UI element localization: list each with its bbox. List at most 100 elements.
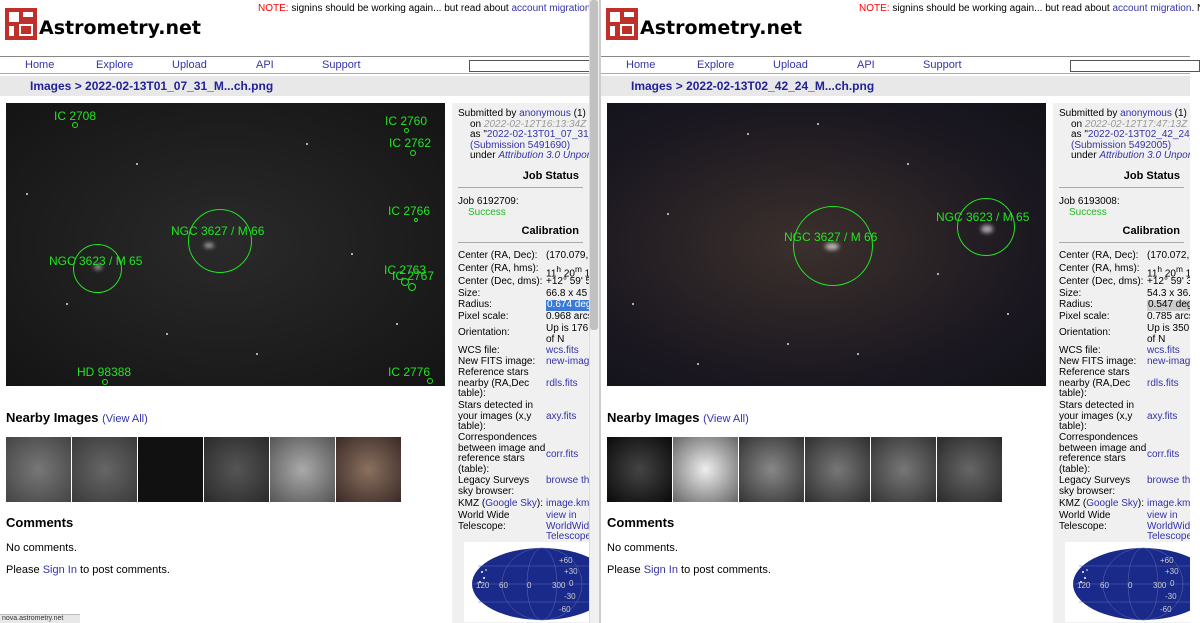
corr-link[interactable]: corr.fits <box>1147 433 1179 475</box>
site-name: Astrometry.net <box>39 17 202 39</box>
user-link[interactable]: anonymous <box>1120 108 1172 119</box>
job-id: Job 6193008: <box>1059 196 1120 207</box>
overlay-label: IC 2708 <box>54 109 97 123</box>
license-link[interactable]: Attribution 3.0 Unported <box>498 150 589 161</box>
nav-support[interactable]: Support <box>322 59 361 71</box>
wcs-file-link[interactable]: wcs.fits <box>546 345 579 357</box>
job-status-heading: Job Status <box>458 170 583 188</box>
nav-home[interactable]: Home <box>25 59 54 71</box>
sky-map: 120 60 0 300 +60+300-30-60 <box>464 542 589 622</box>
nearby-thumbnails <box>6 437 402 502</box>
thumbnail[interactable] <box>871 437 936 502</box>
job-status-heading: Job Status <box>1059 170 1184 188</box>
account-migration-link[interactable]: account migration <box>512 3 591 14</box>
search-input[interactable] <box>1070 60 1200 72</box>
site-logo[interactable]: Astrometry.net <box>606 8 802 40</box>
thumbnail[interactable] <box>204 437 269 502</box>
svg-text:0: 0 <box>527 581 532 590</box>
nav-support[interactable]: Support <box>923 59 962 71</box>
status-bar: nova.astrometry.net <box>0 614 80 623</box>
rdls-link[interactable]: rdls.fits <box>1147 368 1179 400</box>
svg-text:+60: +60 <box>1160 556 1174 565</box>
nav-home[interactable]: Home <box>626 59 655 71</box>
thumbnail[interactable] <box>739 437 804 502</box>
nav-explore[interactable]: Explore <box>697 59 734 71</box>
svg-text:0: 0 <box>569 579 574 588</box>
kmz-link[interactable]: image.kmz <box>546 498 589 510</box>
scrollbar[interactable] <box>589 0 599 623</box>
images-link[interactable]: Images <box>30 79 71 93</box>
svg-text:0: 0 <box>1128 581 1133 590</box>
license-link[interactable]: Attribution 3.0 Unported <box>1099 150 1190 161</box>
svg-text:60: 60 <box>499 581 508 590</box>
thumbnail[interactable] <box>6 437 71 502</box>
scroll-thumb[interactable] <box>590 0 598 330</box>
wcs-file-link[interactable]: wcs.fits <box>1147 345 1180 357</box>
thumbnail[interactable] <box>607 437 672 502</box>
overlay-label: IC 2766 <box>388 204 431 218</box>
annotated-image[interactable]: NGC 3627 / M 66 NGC 3623 / M 65 <box>607 103 1046 386</box>
search-input[interactable] <box>469 60 599 72</box>
corr-link[interactable]: corr.fits <box>546 433 578 475</box>
axy-link[interactable]: axy.fits <box>546 401 576 433</box>
overlay-label: NGC 3627 / M 66 <box>171 224 265 238</box>
overlay-circle-m66 <box>188 209 252 273</box>
overlay-label: NGC 3627 / M 66 <box>784 230 878 244</box>
wwt-link[interactable]: view in WorldWide Telescope <box>1147 510 1190 543</box>
svg-text:+60: +60 <box>559 556 573 565</box>
rdls-link[interactable]: rdls.fits <box>546 368 578 400</box>
thumbnail[interactable] <box>336 437 401 502</box>
sign-in-link[interactable]: Sign In <box>644 564 678 576</box>
thumbnail[interactable] <box>937 437 1002 502</box>
google-sky-link[interactable]: Google Sky <box>485 498 537 509</box>
nav-api[interactable]: API <box>857 59 875 71</box>
legacy-surveys-link[interactable]: browse the sky <box>1147 475 1190 497</box>
thumbnail[interactable] <box>72 437 137 502</box>
overlay-circle-m65 <box>957 198 1015 256</box>
submission-link[interactable]: (Submission 5491690) <box>470 140 570 151</box>
kmz-link[interactable]: image.kmz <box>1147 498 1190 510</box>
sign-in-prompt: Please Sign In to post comments. <box>6 564 170 576</box>
overlay-circle-m66 <box>793 206 873 286</box>
view-all-link[interactable]: (View All) <box>102 413 148 425</box>
site-logo[interactable]: Astrometry.net <box>5 8 201 40</box>
axy-link[interactable]: axy.fits <box>1147 401 1177 433</box>
info-sidebar: Submitted by anonymous (1) on 2022-02-12… <box>1053 103 1190 623</box>
thumbnail[interactable] <box>138 437 203 502</box>
thumbnail[interactable] <box>673 437 738 502</box>
job-id: Job 6192709: <box>458 196 519 207</box>
nav-explore[interactable]: Explore <box>96 59 133 71</box>
info-sidebar: Submitted by anonymous (1) on 2022-02-12… <box>452 103 589 623</box>
submission-link[interactable]: (Submission 5492005) <box>1071 140 1171 151</box>
submission-info: Submitted by anonymous (1) on 2022-02-12… <box>1059 108 1190 162</box>
svg-text:+30: +30 <box>564 567 578 576</box>
annotated-image[interactable]: IC 2708 IC 2760 IC 2762 IC 2766 NGC 3627… <box>6 103 445 386</box>
nav-upload[interactable]: Upload <box>172 59 207 71</box>
calibration-heading: Calibration <box>1059 225 1184 243</box>
wwt-link[interactable]: view in WorldWide Telescope <box>546 510 589 543</box>
nearby-images-heading: Nearby Images (View All) <box>607 410 749 425</box>
overlay-label: NGC 3623 / M 65 <box>936 210 1030 224</box>
overlay-label: HD 98388 <box>77 365 132 379</box>
account-migration-link[interactable]: account migration <box>1113 3 1192 14</box>
svg-text:-60: -60 <box>559 605 571 614</box>
nav-upload[interactable]: Upload <box>773 59 808 71</box>
no-comments-text: No comments. <box>607 542 678 554</box>
legacy-surveys-link[interactable]: browse the sky <box>546 475 589 497</box>
sign-in-link[interactable]: Sign In <box>43 564 77 576</box>
thumbnail[interactable] <box>270 437 335 502</box>
thumbnail[interactable] <box>805 437 870 502</box>
user-link[interactable]: anonymous <box>519 108 571 119</box>
google-sky-link[interactable]: Google Sky <box>1086 498 1138 509</box>
notice-banner: NOTE: signins should be working again...… <box>258 3 599 14</box>
logo-icon <box>5 8 37 40</box>
images-link[interactable]: Images <box>631 79 672 93</box>
svg-text:120: 120 <box>476 581 490 590</box>
svg-text:+30: +30 <box>1165 567 1179 576</box>
fits-image-link[interactable]: new-image.fits <box>1147 356 1190 368</box>
nav-api[interactable]: API <box>256 59 274 71</box>
fits-image-link[interactable]: new-image.fits <box>546 356 589 368</box>
nav-bar: Home Explore Upload API Support <box>601 56 1200 74</box>
view-all-link[interactable]: (View All) <box>703 413 749 425</box>
browser-pane-right: Astrometry.net NOTE: signins should be w… <box>601 0 1200 623</box>
